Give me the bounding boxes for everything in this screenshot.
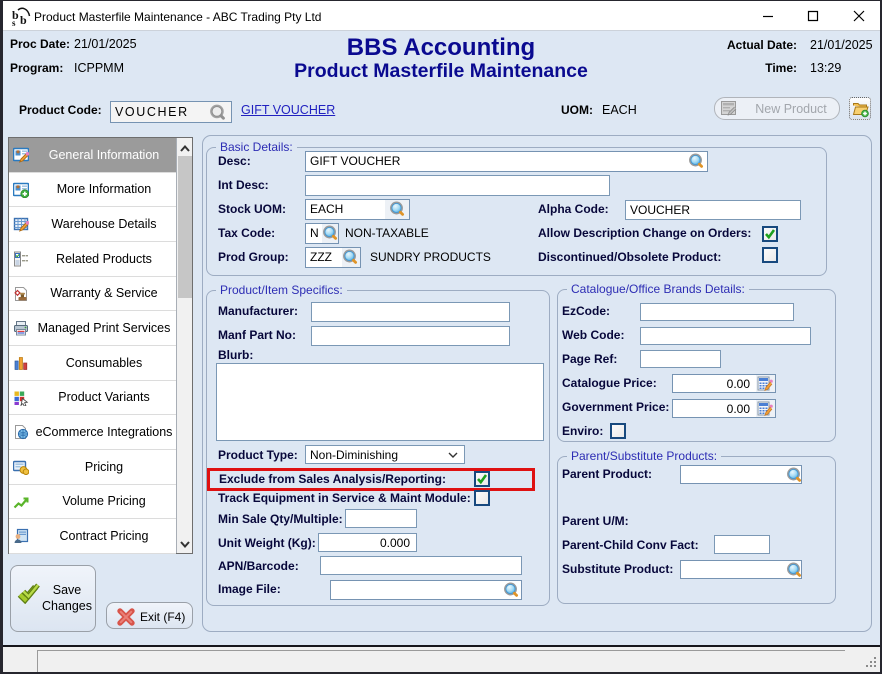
- svg-text:b: b: [20, 13, 27, 26]
- svg-text:s: s: [12, 18, 16, 26]
